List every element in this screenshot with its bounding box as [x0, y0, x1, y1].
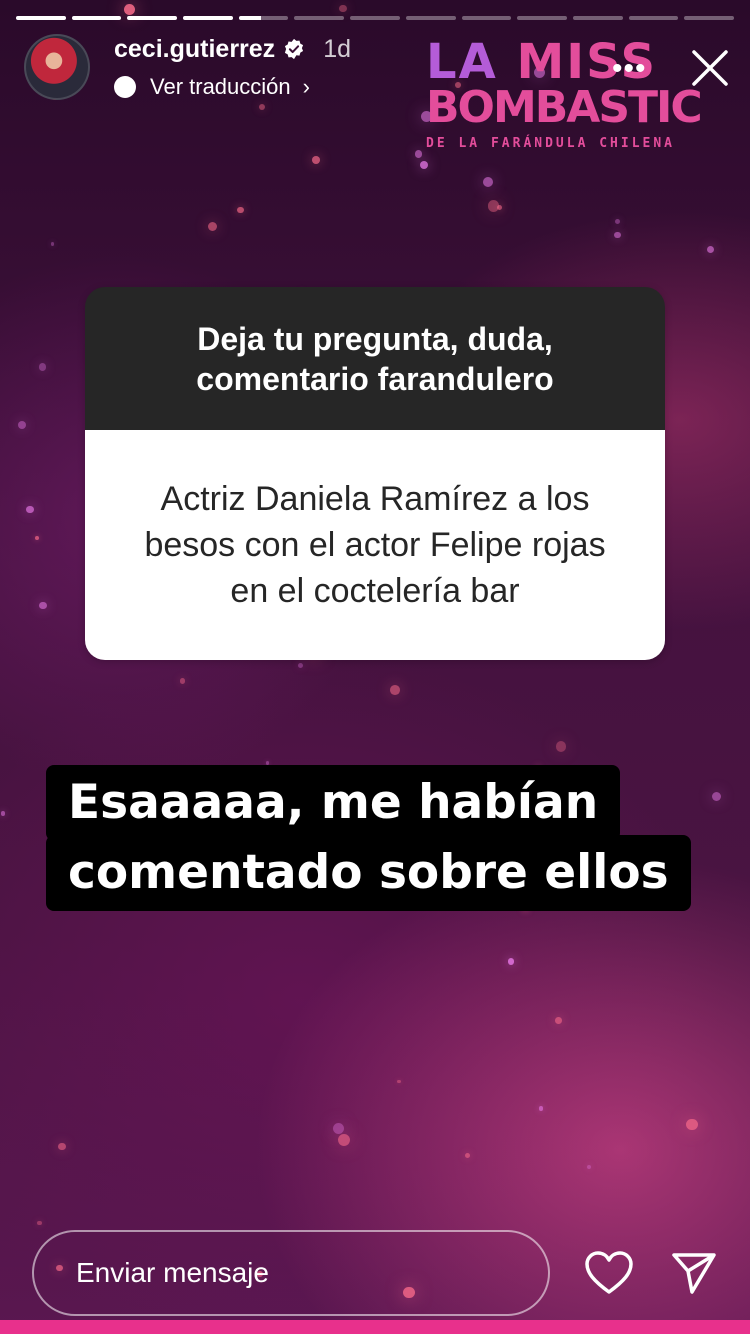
background-sparkle [337, 1134, 350, 1146]
background-sparkle [35, 535, 40, 540]
progress-segment [350, 16, 400, 20]
background-sparkle [0, 811, 6, 816]
progress-segment [238, 16, 289, 20]
logo-line-1: LA MISS [426, 38, 688, 86]
progress-segment-fill [16, 16, 66, 20]
user-meta: ceci.gutierrez 1d Ver traducción › [114, 35, 351, 100]
background-sparkle [50, 242, 55, 246]
background-sparkle [539, 1106, 544, 1111]
story-caption: Esaaaaa, me habían comentado sobre ellos [46, 765, 691, 911]
background-sparkle [487, 200, 500, 213]
caption-line-1: Esaaaaa, me habían [46, 765, 621, 841]
background-sparkle [207, 221, 217, 231]
background-sparkle [507, 958, 515, 965]
translate-label[interactable]: Ver traducción [150, 74, 291, 100]
question-answer: Actriz Daniela Ramírez a los besos con e… [85, 430, 665, 660]
progress-segment [517, 16, 567, 20]
background-sparkle [38, 363, 46, 371]
progress-segment [16, 16, 66, 20]
progress-segment [628, 16, 679, 20]
username[interactable]: ceci.gutierrez [114, 35, 275, 64]
background-sparkle [685, 1118, 698, 1131]
background-sparkle [123, 3, 135, 15]
verified-badge-icon [285, 38, 304, 60]
progress-segment-fill [238, 16, 262, 20]
background-sparkle [390, 685, 400, 696]
progress-segment-fill [183, 16, 233, 20]
heart-icon[interactable] [584, 1250, 634, 1296]
logo-line-2: BOMBASTIC [426, 82, 703, 133]
background-sparkle [555, 741, 567, 752]
more-options-button[interactable]: ••• [612, 52, 647, 86]
progress-segment [294, 16, 345, 20]
progress-segment [461, 16, 512, 20]
logo-line-3: DE LA FARÁNDULA CHILENA [426, 136, 676, 151]
background-sparkle [397, 1079, 401, 1084]
progress-segment [127, 16, 178, 20]
progress-segment-fill [127, 16, 178, 20]
caption-line-2: comentado sobre ellos [46, 835, 691, 911]
progress-segment [684, 16, 734, 20]
background-sparkle [614, 231, 621, 239]
background-sparkle [711, 791, 721, 802]
story-progress-bar [16, 16, 734, 20]
translate-icon [114, 75, 136, 98]
background-sparkle [311, 156, 320, 165]
background-sparkle [464, 1152, 470, 1158]
question-prompt: Deja tu pregunta, duda, comentario faran… [85, 287, 665, 430]
background-sparkle [237, 207, 244, 214]
user-avatar[interactable] [24, 34, 90, 100]
background-sparkle [414, 150, 423, 158]
story-background [0, 0, 750, 1334]
background-sparkle [419, 161, 428, 170]
send-message-input[interactable]: Enviar mensaje [32, 1230, 550, 1316]
background-sparkle [26, 505, 34, 514]
progress-segment [572, 16, 623, 20]
background-sparkle [259, 103, 266, 110]
background-sparkle [483, 176, 493, 187]
background-sparkle [339, 4, 347, 13]
chevron-right-icon: › [302, 73, 310, 99]
progress-segment-fill [71, 16, 122, 20]
background-sparkle [555, 1017, 562, 1024]
miss-bombastic-logo-sticker: LA MISS BOMBASTIC DE LA FARÁNDULA CHILEN… [426, 38, 703, 151]
background-sparkle [58, 1142, 66, 1151]
progress-segment [183, 16, 233, 20]
background-sparkle [614, 219, 620, 225]
background-sparkle [17, 420, 26, 429]
background-sparkle [707, 245, 715, 253]
progress-segment [71, 16, 122, 20]
translate-row[interactable]: Ver traducción › [114, 74, 351, 100]
send-icon[interactable] [670, 1250, 718, 1296]
background-sparkle [297, 662, 303, 669]
username-row: ceci.gutierrez 1d [114, 35, 351, 64]
progress-segment [405, 16, 456, 20]
background-sparkle [37, 1220, 42, 1226]
question-sticker[interactable]: Deja tu pregunta, duda, comentario faran… [85, 287, 665, 660]
close-icon[interactable] [690, 48, 730, 88]
bottom-accent-bar [0, 1320, 750, 1334]
background-sparkle [586, 1165, 592, 1170]
background-sparkle [332, 1123, 345, 1135]
post-time: 1d [323, 34, 351, 63]
story-header: ceci.gutierrez 1d Ver traducción › [24, 34, 351, 100]
background-sparkle [38, 601, 47, 610]
story-footer: Enviar mensaje [32, 1230, 722, 1318]
background-sparkle [179, 678, 186, 685]
